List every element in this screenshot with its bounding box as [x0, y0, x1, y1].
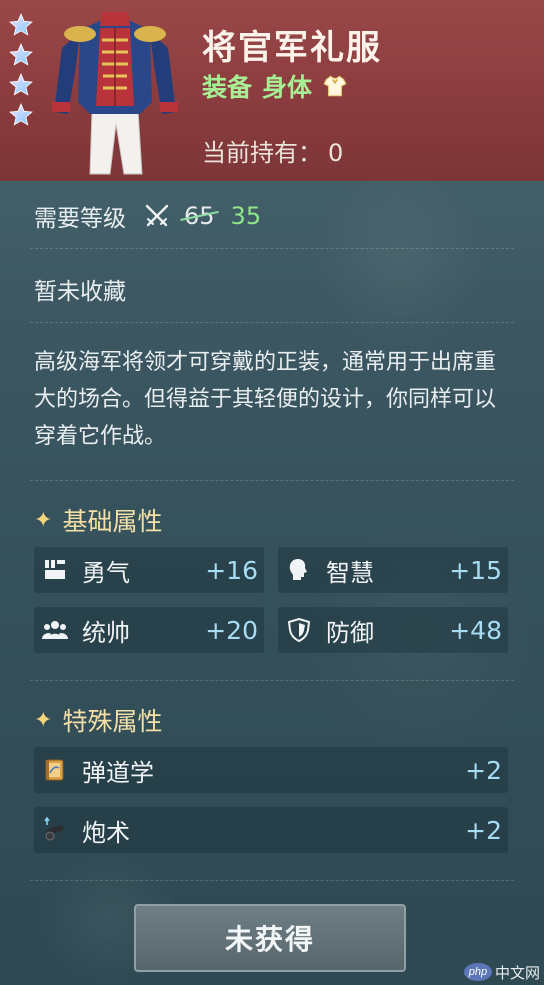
wisdom-icon	[289, 559, 307, 580]
required-level-row: 需要等级 65 35	[34, 200, 261, 232]
owned-count: 0	[328, 139, 344, 167]
star-rating	[8, 12, 38, 132]
stat-value: +2	[465, 815, 502, 845]
stat-name: 防御	[326, 618, 374, 647]
star-icon	[9, 103, 33, 126]
not-obtained-button[interactable]: 未获得	[134, 904, 406, 972]
stat-defense: 防御 +48	[278, 607, 508, 653]
special-attributes-title: ✦ 特殊属性	[34, 702, 162, 738]
crossed-swords-icon	[145, 204, 169, 227]
stat-name: 统帅	[82, 618, 130, 647]
base-attributes-label: 基础属性	[62, 507, 163, 536]
owned-count-row: 当前持有： 0	[202, 133, 343, 168]
divider	[30, 680, 514, 681]
ballistics-book-icon	[45, 759, 64, 781]
divider	[30, 322, 514, 323]
stat-value: +2	[465, 755, 502, 785]
stat-value: +20	[205, 615, 258, 645]
owned-label: 当前持有：	[202, 139, 322, 167]
shirt-icon	[323, 75, 347, 97]
divider	[30, 880, 514, 881]
base-attributes-title: ✦ 基础属性	[34, 502, 162, 538]
item-type: 装备 身体	[202, 68, 348, 104]
item-slot: 身体	[262, 73, 313, 102]
item-name: 将官军礼服	[202, 28, 382, 68]
required-level-label: 需要等级	[34, 206, 126, 232]
sparkle-icon: ✦	[34, 707, 53, 733]
outfit-image	[52, 12, 178, 175]
defense-shield-icon	[287, 617, 311, 643]
stat-value: +16	[205, 555, 258, 585]
star-icon	[9, 13, 33, 36]
divider	[30, 248, 514, 249]
special-attributes-label: 特殊属性	[62, 707, 163, 736]
stat-wisdom: 智慧 +15	[278, 547, 508, 593]
stat-name: 炮术	[82, 818, 130, 847]
stat-courage: 勇气 +16	[34, 547, 264, 593]
stat-name: 弹道学	[82, 758, 154, 787]
stat-name: 智慧	[326, 558, 374, 587]
stat-value: +15	[449, 555, 502, 585]
item-category: 装备	[202, 73, 253, 102]
cannon-icon	[44, 817, 64, 841]
stat-name: 勇气	[82, 558, 130, 587]
stat-command: 统帅 +20	[34, 607, 264, 653]
item-header: 将官军礼服 装备 身体 当前持有： 0	[0, 0, 544, 181]
courage-icon	[45, 560, 65, 579]
collection-status: 暂未收藏	[34, 279, 126, 305]
watermark-text: 中文网	[494, 963, 540, 982]
star-icon	[9, 43, 33, 66]
stat-gunnery: 炮术 +2	[34, 807, 508, 853]
command-icon	[42, 621, 68, 639]
sparkle-icon: ✦	[34, 507, 53, 533]
star-icon	[9, 73, 33, 96]
original-level: 65	[184, 202, 215, 230]
watermark-logo: php	[463, 963, 492, 981]
stat-ballistics: 弹道学 +2	[34, 747, 508, 793]
divider	[30, 480, 514, 481]
stat-value: +48	[449, 615, 502, 645]
reduced-level: 35	[230, 202, 262, 230]
site-watermark: php 中文网	[463, 961, 540, 983]
item-description: 高级海军将领才可穿戴的正装，通常用于出席重大的场合。但得益于其轻便的设计，你同样…	[34, 350, 497, 449]
